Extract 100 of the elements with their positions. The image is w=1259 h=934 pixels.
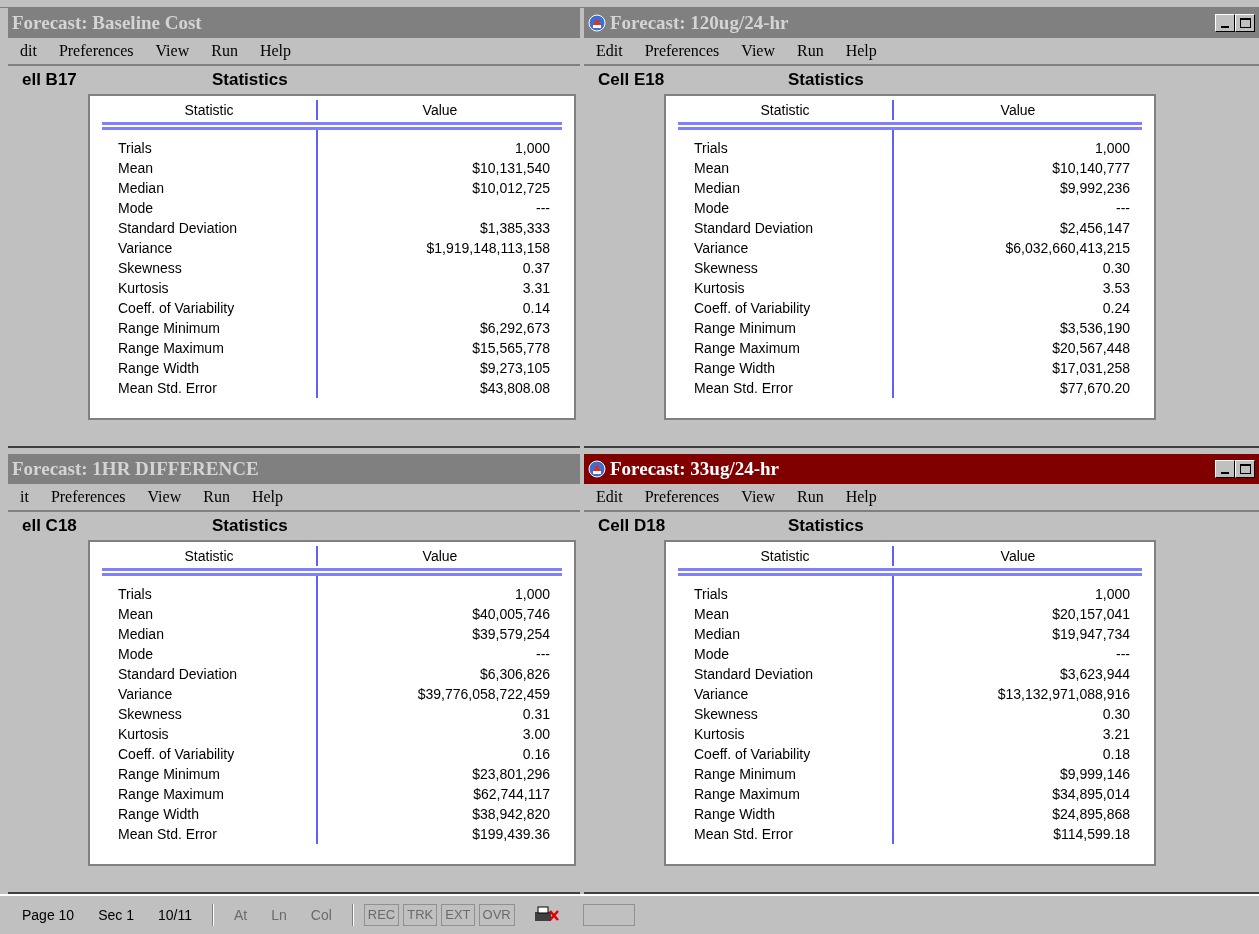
menu-item[interactable]: Preferences xyxy=(644,39,720,63)
statistic-name: Trials xyxy=(694,139,729,158)
menu-item[interactable]: View xyxy=(155,39,190,63)
minimize-button[interactable] xyxy=(1215,14,1235,32)
statistic-value: $10,012,725 xyxy=(472,179,550,198)
column-header: Value xyxy=(316,100,562,120)
statistic-name: Standard Deviation xyxy=(118,665,239,684)
panel-heading: Statistics xyxy=(212,69,288,92)
column-header: Statistic xyxy=(183,101,235,120)
menu-item[interactable]: Edit xyxy=(596,485,623,509)
statistic-value: --- xyxy=(1116,199,1130,218)
status-field: Ln xyxy=(261,904,297,926)
menu-item[interactable]: Help xyxy=(845,39,877,63)
cell-label: ell B17 xyxy=(22,69,78,92)
statistic-value: 0.24 xyxy=(1102,299,1130,318)
statistic-value: 1,000 xyxy=(514,585,550,604)
statistic-value: 1,000 xyxy=(1094,139,1130,158)
statistic-value: $20,157,041 xyxy=(1052,605,1130,624)
statistic-name: Variance xyxy=(694,239,750,258)
column-header: Value xyxy=(892,100,1142,120)
status-indicator: EXT xyxy=(441,904,475,926)
statistic-name: Mean Std. Error xyxy=(118,379,218,398)
statistic-name: Range Minimum xyxy=(694,765,797,784)
statistic-value: $15,565,778 xyxy=(472,339,550,358)
menu-item[interactable]: Run xyxy=(797,39,824,63)
status-indicator: REC xyxy=(363,904,400,926)
statistic-name: Mode xyxy=(118,645,155,664)
statistic-name: Range Minimum xyxy=(118,319,221,338)
maximize-button[interactable] xyxy=(1235,460,1255,478)
statistic-value: $40,005,746 xyxy=(472,605,550,624)
statistic-name: Median xyxy=(118,179,165,198)
menu-item[interactable]: Edit xyxy=(596,39,623,63)
statistic-name: Mode xyxy=(694,199,731,218)
menu-item[interactable]: View xyxy=(147,485,182,509)
menu-item[interactable]: View xyxy=(741,39,775,63)
menu-item[interactable]: dit xyxy=(20,39,37,63)
statistic-value: 0.30 xyxy=(1102,259,1130,278)
menu-item[interactable]: Run xyxy=(211,39,238,63)
statistic-name: Trials xyxy=(118,585,153,604)
cell-label: Cell D18 xyxy=(598,515,667,538)
status-indicator: TRK xyxy=(403,904,438,926)
status-panel xyxy=(582,904,635,926)
cell-label: ell C18 xyxy=(22,515,78,538)
statistic-value: $1,919,148,113,158 xyxy=(426,239,550,258)
menu-item[interactable]: Run xyxy=(797,485,824,509)
statistic-value: $10,131,540 xyxy=(472,159,550,178)
menu-item[interactable]: View xyxy=(741,485,775,509)
maximize-button[interactable] xyxy=(1235,14,1255,32)
statistic-value: 0.37 xyxy=(522,259,550,278)
statistic-name: Range Maximum xyxy=(118,785,225,804)
statistic-name: Skewness xyxy=(118,259,183,278)
statistic-name: Kurtosis xyxy=(118,279,170,298)
statistic-name: Range Maximum xyxy=(118,339,225,358)
statistic-value: 0.18 xyxy=(1102,745,1130,764)
status-indicator: OVR xyxy=(478,904,515,926)
statistic-name: Median xyxy=(118,625,165,644)
status-field: Page 10 xyxy=(12,904,85,926)
window-title: Forecast: 120ug/24-hr xyxy=(610,10,789,35)
statistic-value: $13,132,971,088,916 xyxy=(997,685,1130,704)
statistic-value: $19,947,734 xyxy=(1052,625,1130,644)
menu-item[interactable]: Help xyxy=(259,39,291,63)
window-title: Forecast: 33ug/24-hr xyxy=(610,456,780,481)
printer-icon xyxy=(532,906,559,924)
statistic-name: Kurtosis xyxy=(118,725,170,744)
statistic-name: Coeff. of Variability xyxy=(118,299,236,318)
statistic-value: $34,895,014 xyxy=(1052,785,1130,804)
menu-item[interactable]: Preferences xyxy=(58,39,134,63)
minimize-button[interactable] xyxy=(1215,460,1235,478)
statistic-value: $199,439.36 xyxy=(472,825,550,844)
statistic-value: 3.21 xyxy=(1102,725,1130,744)
statistic-name: Range Width xyxy=(118,805,200,824)
statistic-value: 1,000 xyxy=(1094,585,1130,604)
statistic-name: Range Minimum xyxy=(118,765,221,784)
statistic-name: Skewness xyxy=(694,705,759,724)
window-title: Forecast: 1HR DIFFERENCE xyxy=(12,456,259,481)
statistic-name: Range Width xyxy=(694,359,776,378)
statistic-name: Standard Deviation xyxy=(694,219,815,238)
statistic-name: Kurtosis xyxy=(694,725,746,744)
statistic-name: Standard Deviation xyxy=(118,219,239,238)
menu-item[interactable]: Run xyxy=(203,485,230,509)
statistic-name: Variance xyxy=(118,685,174,704)
column-header: Statistic xyxy=(759,547,811,566)
window-title: Forecast: Baseline Cost xyxy=(12,10,202,35)
statistic-value: $6,032,660,413,215 xyxy=(1005,239,1130,258)
menu-item[interactable]: Help xyxy=(845,485,877,509)
panel-heading: Statistics xyxy=(788,69,864,92)
statistic-value: $3,623,944 xyxy=(1059,665,1130,684)
menu-item[interactable]: Help xyxy=(251,485,283,509)
statistic-name: Mean Std. Error xyxy=(118,825,218,844)
column-header: Value xyxy=(892,546,1142,566)
statistic-value: $62,744,117 xyxy=(473,785,550,804)
statistic-name: Mean xyxy=(118,159,155,178)
statistic-value: $43,808.08 xyxy=(479,379,550,398)
statistic-value: $10,140,777 xyxy=(1052,159,1130,178)
menu-item[interactable]: it xyxy=(20,485,29,509)
statistic-value: $24,895,868 xyxy=(1052,805,1130,824)
menu-item[interactable]: Preferences xyxy=(50,485,126,509)
menu-item[interactable]: Preferences xyxy=(644,485,720,509)
statistic-name: Variance xyxy=(118,239,174,258)
statistic-value: $20,567,448 xyxy=(1052,339,1130,358)
